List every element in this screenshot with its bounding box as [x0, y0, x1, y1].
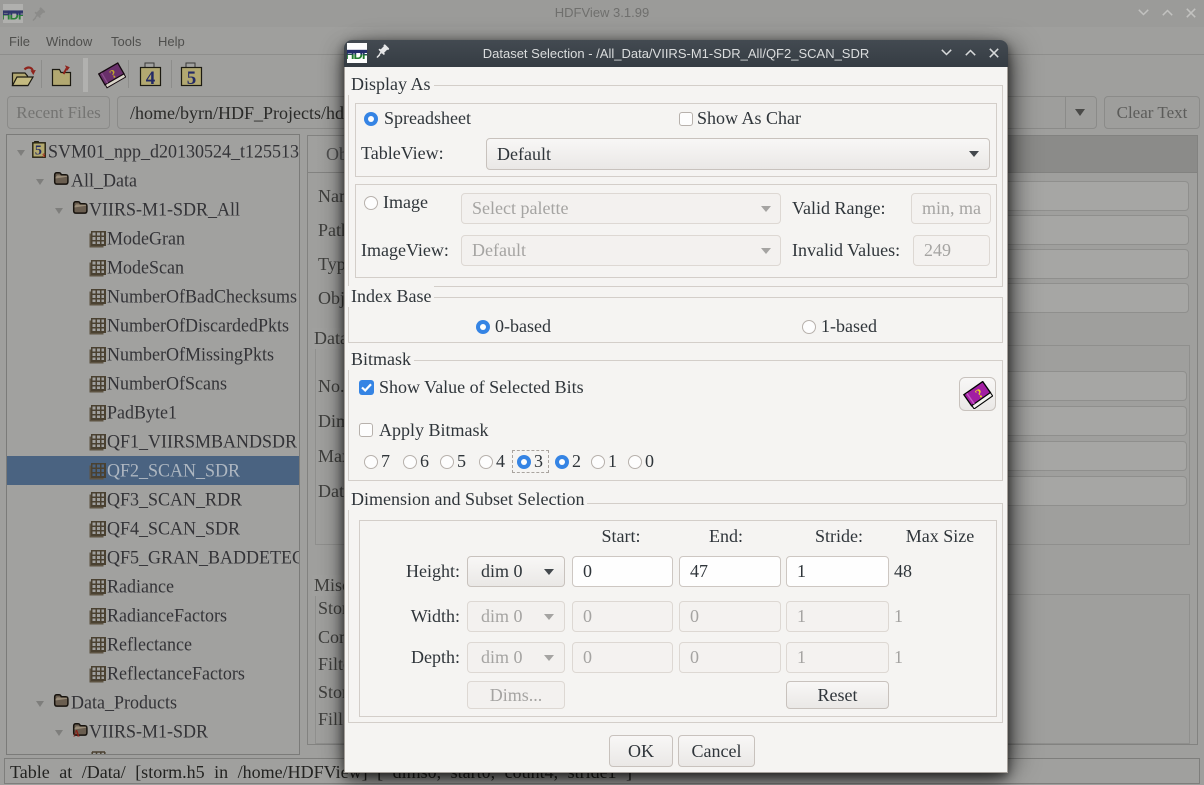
svg-text:HDF: HDF: [347, 47, 367, 62]
